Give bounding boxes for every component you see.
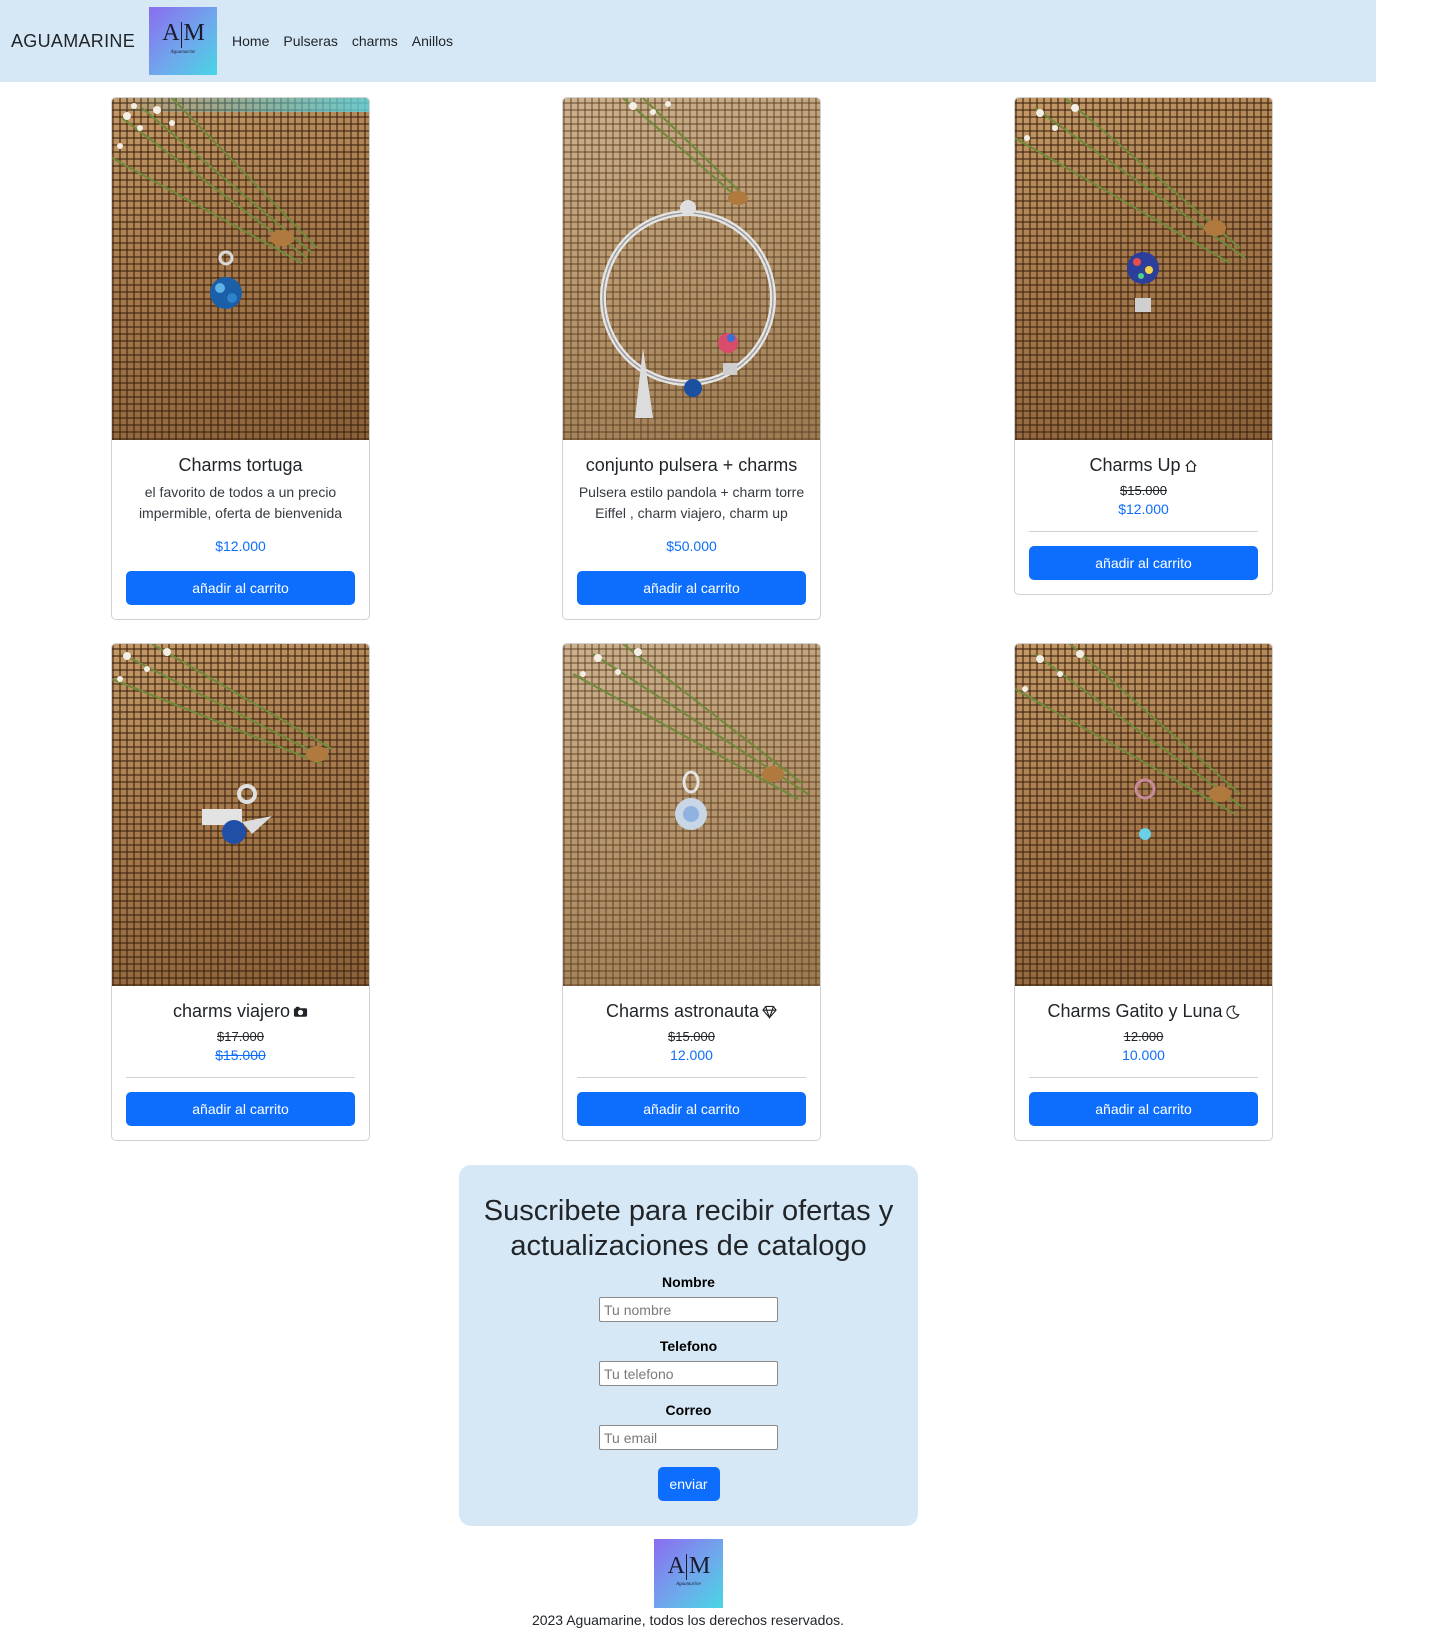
product-image [563,644,820,986]
nav-links: Home Pulseras charms Anillos [225,33,460,49]
logo-monogram: AM [667,1552,710,1581]
product-card: Charms Gatito y Luna 12.000 10.000 añadi… [1014,643,1273,1141]
card-divider [1029,531,1258,532]
product-new-price: $12.000 [1118,501,1169,517]
email-label: Correo [665,1402,712,1418]
product-title: Charms Up [1029,454,1258,476]
product-card: conjunto pulsera + charms Pulsera estilo… [562,97,821,620]
product-card: Charms astronauta $15.000 12.000 añadir … [562,643,821,1141]
product-description: Pulsera estilo pandola + charm torre Eif… [578,484,805,521]
product-price: $50.000 [666,538,717,554]
product-old-price: $15.000 [668,1029,715,1044]
add-to-cart-button[interactable]: añadir al carrito [577,571,806,605]
send-button[interactable]: enviar [657,1467,720,1501]
card-divider [577,1077,806,1078]
product-image [563,98,820,440]
product-image [112,98,369,440]
product-description: el favorito de todos a un precio impermi… [138,484,343,521]
brand-logo[interactable]: AM Aguamarine [149,7,218,75]
moon-icon [1225,1005,1240,1020]
add-to-cart-button[interactable]: añadir al carrito [1029,546,1258,580]
product-image [1015,98,1272,440]
name-label: Nombre [662,1274,715,1290]
product-new-price: $15.000 [215,1047,266,1063]
logo-subtitle: Aguamarine [676,1582,701,1588]
camera-icon [293,1007,308,1017]
product-old-price: 12.000 [1123,1029,1164,1044]
product-old-price: $15.000 [1120,483,1167,498]
add-to-cart-button[interactable]: añadir al carrito [126,571,355,605]
product-title: Charms astronauta [577,1000,806,1022]
logo-subtitle: Aguamarine [170,49,196,55]
product-title: charms viajero [126,1000,355,1022]
product-new-price: 12.000 [670,1047,713,1063]
subscribe-title: Suscribete para recibir ofertas y actual… [483,1195,894,1262]
navbar: AGUAMARINE AM Aguamarine Home Pulseras c… [0,0,1376,82]
footer-logo: AM Aguamarine [654,1539,723,1608]
add-to-cart-button[interactable]: añadir al carrito [126,1092,355,1126]
product-price: $12.000 [215,538,266,554]
product-card: Charms tortuga el favorito de todos a un… [111,97,370,620]
brand-name[interactable]: AGUAMARINE [11,31,135,52]
product-new-price: 10.000 [1122,1047,1165,1063]
add-to-cart-button[interactable]: añadir al carrito [577,1092,806,1126]
subscribe-form: Suscribete para recibir ofertas y actual… [459,1165,918,1526]
footer-copyright: 2023 Aguamarine, todos los derechos rese… [531,1612,845,1628]
nav-link-anillos[interactable]: Anillos [412,33,453,49]
product-old-price: $17.000 [217,1029,264,1044]
product-image [112,644,369,986]
name-input[interactable] [599,1297,778,1322]
product-title: Charms tortuga [178,455,303,475]
logo-monogram: AM [162,20,205,48]
product-title: Charms Gatito y Luna [1029,1000,1258,1022]
product-title: conjunto pulsera + charms [585,455,798,475]
email-input[interactable] [599,1425,778,1450]
gem-icon [762,1006,777,1020]
phone-label: Telefono [659,1338,718,1354]
card-divider [126,1077,355,1078]
card-divider [1029,1077,1258,1078]
nav-link-pulseras[interactable]: Pulseras [283,33,337,49]
product-image [1015,644,1272,986]
product-card: Charms Up $15.000 $12.000 añadir al carr… [1014,97,1273,595]
house-icon [1184,460,1197,473]
nav-link-charms[interactable]: charms [352,33,398,49]
nav-link-home[interactable]: Home [232,33,269,49]
phone-input[interactable] [599,1361,778,1386]
add-to-cart-button[interactable]: añadir al carrito [1029,1092,1258,1126]
product-card: charms viajero $17.000 $15.000 añadir al… [111,643,370,1141]
